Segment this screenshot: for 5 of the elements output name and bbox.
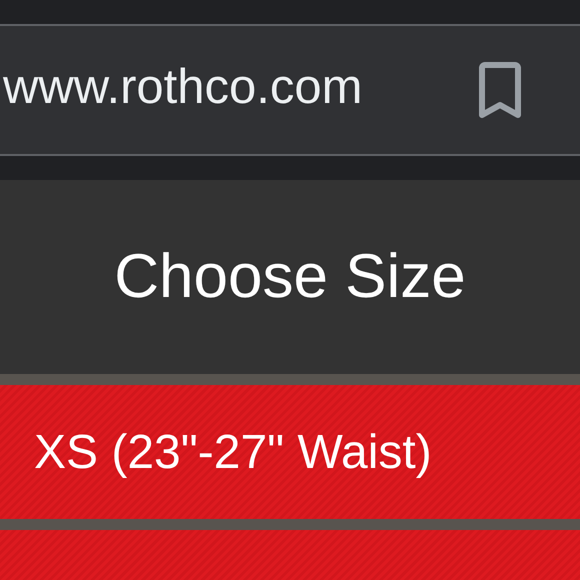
size-option[interactable]: XS (23"-27" Waist) bbox=[0, 385, 580, 519]
address-bar[interactable]: www.rothco.com bbox=[0, 26, 580, 156]
url-text: www.rothco.com bbox=[3, 62, 362, 112]
panel-title: Choose Size bbox=[114, 246, 466, 308]
bookmark-icon[interactable] bbox=[478, 62, 522, 118]
